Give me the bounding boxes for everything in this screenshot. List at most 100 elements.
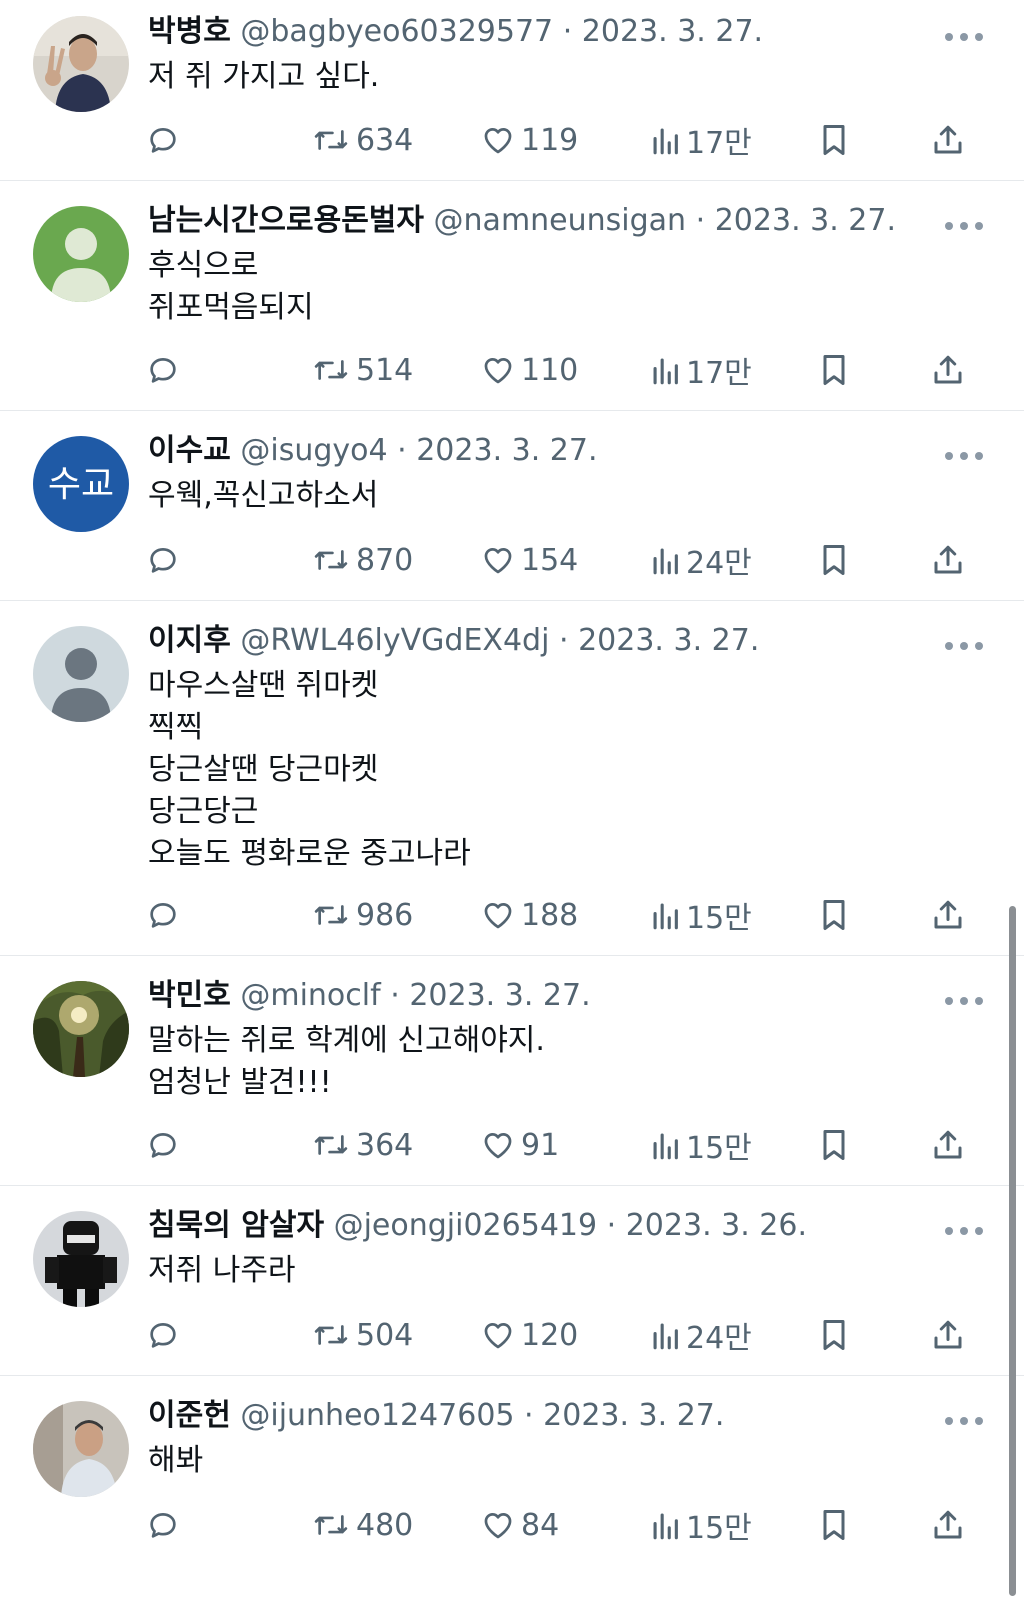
views-count: 24만 bbox=[686, 546, 752, 581]
more-icon[interactable] bbox=[944, 28, 984, 41]
views-button[interactable]: 15만 bbox=[650, 895, 752, 936]
more-icon[interactable] bbox=[944, 217, 984, 230]
views-button[interactable]: 15만 bbox=[650, 1125, 752, 1166]
author-name[interactable]: 이수교 bbox=[148, 433, 231, 468]
retweet-button[interactable]: 986 bbox=[312, 895, 413, 935]
more-icon[interactable] bbox=[944, 992, 984, 1005]
tweet-text-line: 당근당근 bbox=[148, 794, 259, 829]
tweet[interactable]: 남는시간으로용돈벌자 @namneunsigan · 2023. 3. 27. … bbox=[0, 181, 1024, 411]
author-handle[interactable]: @ijunheo1247605 bbox=[240, 1398, 514, 1433]
reply-button[interactable] bbox=[146, 1125, 180, 1165]
views-button[interactable]: 24만 bbox=[650, 1315, 752, 1356]
views-button[interactable]: 15만 bbox=[650, 1505, 752, 1546]
views-button[interactable]: 17만 bbox=[650, 120, 752, 161]
share-button[interactable] bbox=[930, 895, 966, 935]
author-name[interactable]: 침묵의 암살자 bbox=[148, 1208, 324, 1243]
share-button[interactable] bbox=[930, 120, 966, 160]
avatar[interactable] bbox=[33, 1401, 129, 1497]
author-name[interactable]: 이준헌 bbox=[148, 1398, 231, 1433]
like-button[interactable]: 110 bbox=[481, 350, 578, 390]
reply-button[interactable] bbox=[146, 1505, 180, 1545]
tweet-date[interactable]: 2023. 3. 27. bbox=[416, 433, 597, 468]
reply-button[interactable] bbox=[146, 540, 180, 580]
author-handle[interactable]: @namneunsigan bbox=[434, 203, 687, 238]
avatar[interactable] bbox=[33, 16, 129, 112]
author-name[interactable]: 박병호 bbox=[148, 14, 231, 49]
like-button[interactable]: 188 bbox=[481, 895, 578, 935]
tweet-date[interactable]: 2023. 3. 27. bbox=[543, 1398, 724, 1433]
reply-button[interactable] bbox=[146, 350, 180, 390]
retweet-button[interactable]: 364 bbox=[312, 1125, 413, 1165]
more-icon[interactable] bbox=[944, 1222, 984, 1235]
action-bar: 870 154 24만 bbox=[0, 540, 1024, 581]
bookmark-button[interactable] bbox=[818, 120, 850, 160]
tweet[interactable]: 이준헌 @ijunheo1247605 · 2023. 3. 27. 해봐 48… bbox=[0, 1376, 1024, 1607]
author-handle[interactable]: @bagbyeo60329577 bbox=[240, 14, 553, 49]
share-button[interactable] bbox=[930, 540, 966, 580]
bookmark-icon bbox=[818, 352, 850, 388]
bookmark-button[interactable] bbox=[818, 1125, 850, 1165]
share-button[interactable] bbox=[930, 1315, 966, 1355]
retweet-button[interactable]: 480 bbox=[312, 1505, 413, 1545]
views-button[interactable]: 17만 bbox=[650, 350, 752, 391]
tweet[interactable]: 수교 이수교 @isugyo4 · 2023. 3. 27. 우웩,꼭신고하소서… bbox=[0, 411, 1024, 601]
bookmark-button[interactable] bbox=[818, 1505, 850, 1545]
like-button[interactable]: 91 bbox=[481, 1125, 559, 1165]
tweet-text-line: 찍찍 bbox=[148, 710, 204, 745]
tweet[interactable]: 이지후 @RWL46lyVGdEX4dj · 2023. 3. 27. 마우스살… bbox=[0, 601, 1024, 956]
author-handle[interactable]: @jeongji0265419 bbox=[334, 1208, 597, 1243]
avatar[interactable] bbox=[33, 981, 129, 1077]
author-name[interactable]: 박민호 bbox=[148, 978, 231, 1013]
reply-button[interactable] bbox=[146, 1315, 180, 1355]
retweet-button[interactable]: 634 bbox=[312, 120, 413, 160]
like-button[interactable]: 154 bbox=[481, 540, 578, 580]
author-handle[interactable]: @isugyo4 bbox=[240, 433, 387, 468]
like-count: 91 bbox=[521, 1127, 560, 1163]
like-button[interactable]: 84 bbox=[481, 1505, 559, 1545]
reply-button[interactable] bbox=[146, 120, 180, 160]
tweet-date[interactable]: 2023. 3. 27. bbox=[715, 203, 896, 238]
share-button[interactable] bbox=[930, 1125, 966, 1165]
tweet-date[interactable]: 2023. 3. 27. bbox=[409, 978, 590, 1013]
views-icon bbox=[650, 353, 680, 387]
author-name[interactable]: 남는시간으로용돈벌자 bbox=[148, 203, 424, 238]
scrollbar[interactable] bbox=[1009, 906, 1016, 1596]
author-handle[interactable]: @minoclf bbox=[240, 978, 380, 1013]
more-icon[interactable] bbox=[944, 447, 984, 460]
tweet[interactable]: 박민호 @minoclf · 2023. 3. 27. 말하는 쥐로 학계에 신… bbox=[0, 956, 1024, 1186]
separator: · bbox=[695, 203, 706, 238]
bookmark-icon bbox=[818, 542, 850, 578]
retweet-button[interactable]: 870 bbox=[312, 540, 413, 580]
tweet-date[interactable]: 2023. 3. 26. bbox=[626, 1208, 807, 1243]
retweet-button[interactable]: 504 bbox=[312, 1315, 413, 1355]
separator: · bbox=[606, 1208, 617, 1243]
retweet-count: 504 bbox=[356, 1317, 414, 1353]
reply-button[interactable] bbox=[146, 895, 180, 935]
like-button[interactable]: 120 bbox=[481, 1315, 578, 1355]
tweet-date[interactable]: 2023. 3. 27. bbox=[582, 14, 763, 49]
more-icon[interactable] bbox=[944, 1412, 984, 1425]
more-icon[interactable] bbox=[944, 637, 984, 650]
views-button[interactable]: 24만 bbox=[650, 540, 752, 581]
share-button[interactable] bbox=[930, 350, 966, 390]
bookmark-button[interactable] bbox=[818, 895, 850, 935]
share-icon bbox=[930, 1317, 966, 1353]
tweet[interactable]: 침묵의 암살자 @jeongji0265419 · 2023. 3. 26. 저… bbox=[0, 1186, 1024, 1376]
bookmark-icon bbox=[818, 1507, 850, 1543]
author-name[interactable]: 이지후 bbox=[148, 623, 231, 658]
views-count: 15만 bbox=[686, 1131, 752, 1166]
avatar[interactable] bbox=[33, 626, 129, 722]
tweet-date[interactable]: 2023. 3. 27. bbox=[578, 623, 759, 658]
author-handle[interactable]: @RWL46lyVGdEX4dj bbox=[240, 623, 549, 658]
bookmark-button[interactable] bbox=[818, 350, 850, 390]
like-button[interactable]: 119 bbox=[481, 120, 578, 160]
avatar[interactable]: 수교 bbox=[33, 436, 129, 532]
separator: · bbox=[558, 623, 569, 658]
tweet[interactable]: 박병호 @bagbyeo60329577 · 2023. 3. 27. 저 쥐 … bbox=[0, 0, 1024, 181]
share-button[interactable] bbox=[930, 1505, 966, 1545]
retweet-button[interactable]: 514 bbox=[312, 350, 413, 390]
avatar[interactable] bbox=[33, 206, 129, 302]
bookmark-button[interactable] bbox=[818, 1315, 850, 1355]
avatar[interactable] bbox=[33, 1211, 129, 1307]
bookmark-button[interactable] bbox=[818, 540, 850, 580]
